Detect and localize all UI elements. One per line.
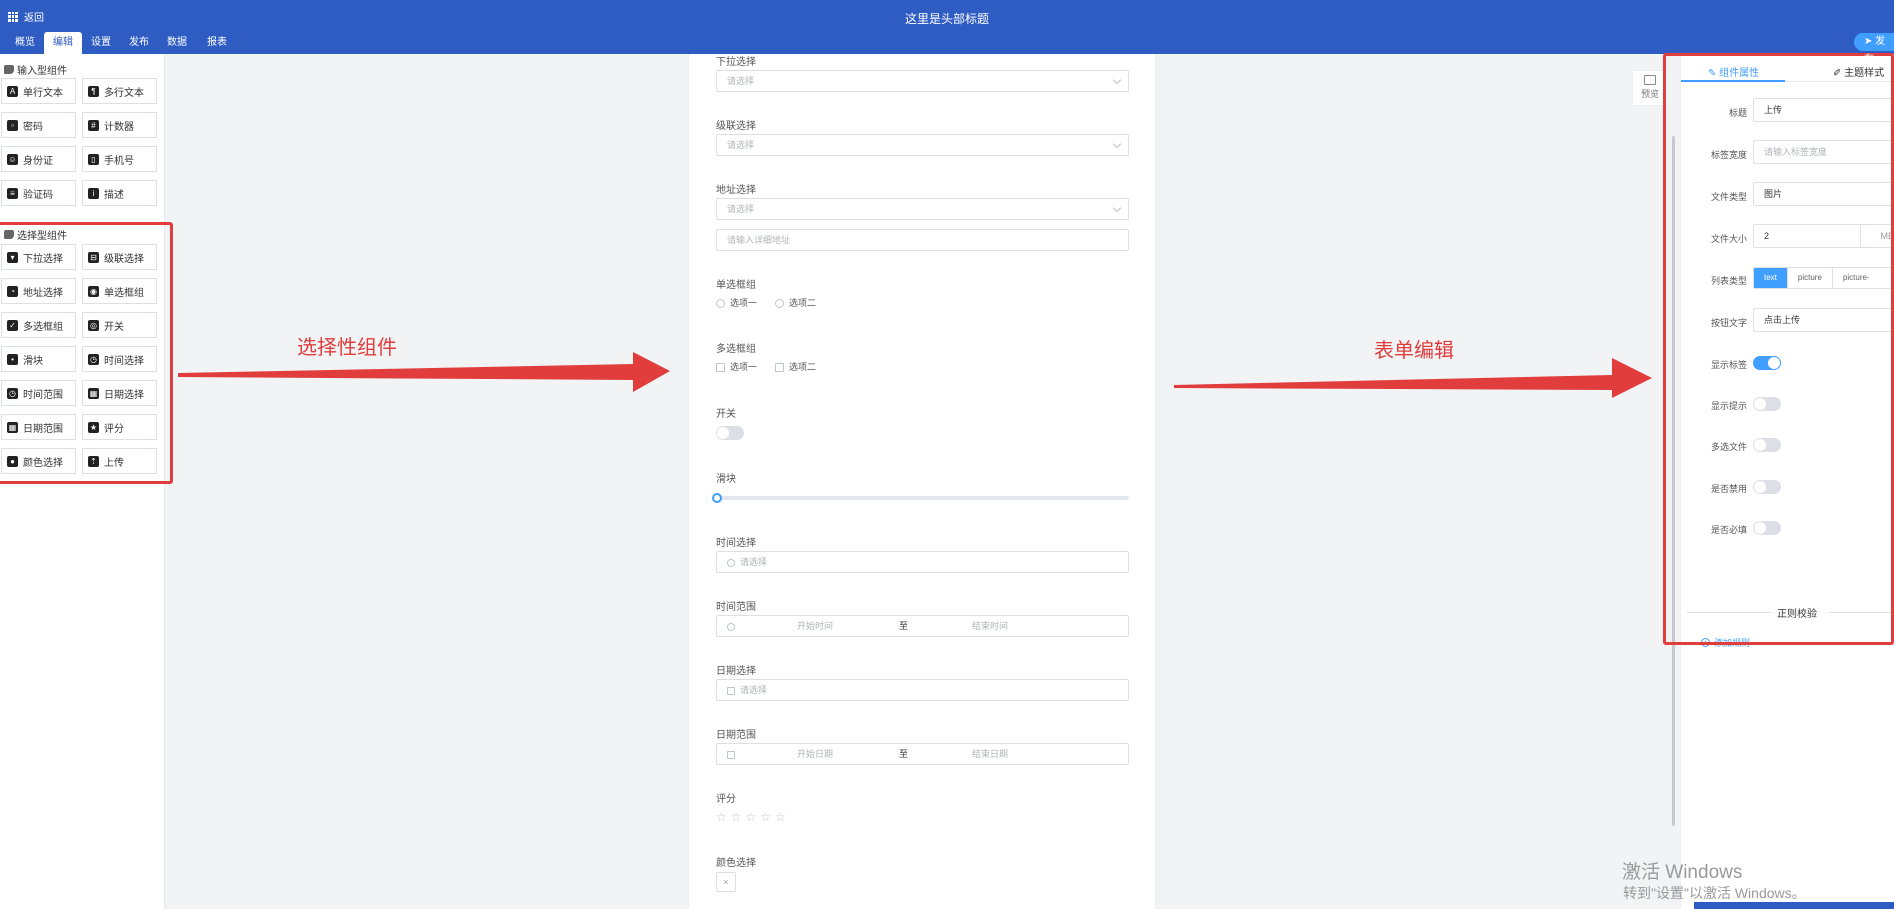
publish-button[interactable]: ➤ 发布 bbox=[1854, 33, 1894, 65]
annotation-form-edit: 表单编辑 bbox=[1374, 340, 1454, 362]
annotation-arrows bbox=[178, 352, 1652, 398]
windows-activation-title: 激活 Windows bbox=[1622, 862, 1743, 883]
annotation-select-components: 选择性组件 bbox=[297, 337, 397, 359]
arrow-to-form bbox=[178, 352, 670, 392]
taskbar-strip bbox=[1694, 902, 1894, 909]
send-icon: ➤ bbox=[1864, 36, 1873, 47]
arrow-to-properties bbox=[1174, 358, 1652, 398]
windows-activation-hint: 转到"设置"以激活 Windows。 bbox=[1623, 885, 1806, 901]
